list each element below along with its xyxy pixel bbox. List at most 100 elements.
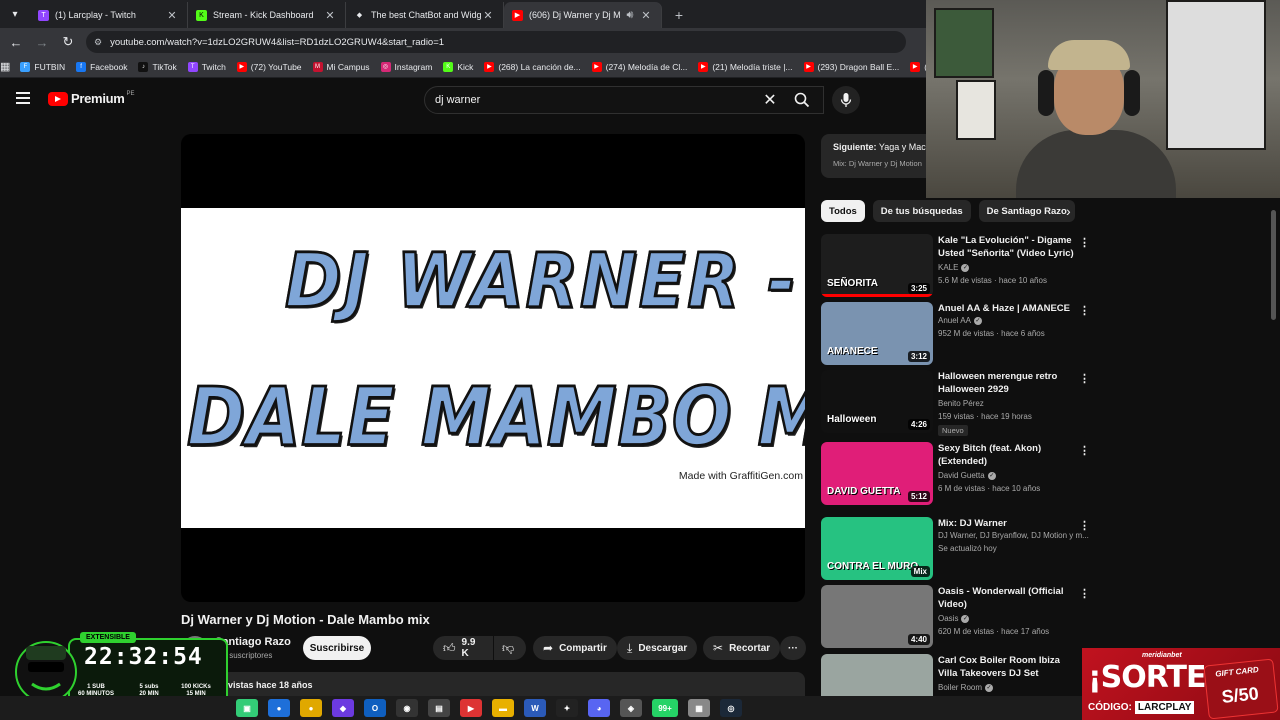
bookmark-item[interactable]: ▶ (268) La canción de...	[484, 61, 581, 72]
more-actions-button[interactable]: ···	[780, 636, 806, 660]
video-thumbnail[interactable]: Halloween 4:26	[821, 370, 933, 433]
discord-icon[interactable]: ◕	[588, 699, 610, 717]
like-button[interactable]: 👍︎ 9.9 K	[433, 636, 493, 660]
taskbar-app-icon[interactable]: ▤	[428, 699, 450, 717]
recommendation-channel[interactable]: Benito Pérez	[938, 399, 984, 408]
taskbar-app-icon[interactable]: ◆	[332, 699, 354, 717]
scrollbar[interactable]	[1271, 210, 1276, 320]
word-icon[interactable]: W	[524, 699, 546, 717]
calculator-icon[interactable]: ▦	[688, 699, 710, 717]
taskbar-app-icon[interactable]: ▣	[236, 699, 258, 717]
bookmark-item[interactable]: ▶ (72) YouTube	[236, 61, 302, 72]
recommendation-item[interactable]: 4:40 Oasis - Wonderwall (Official Video) O…	[821, 585, 1091, 649]
menu-icon[interactable]	[16, 92, 30, 104]
taskbar-app-icon[interactable]: ▶	[460, 699, 482, 717]
recommendation-title[interactable]: Carl Cox Boiler Room Ibiza Villa Takeove…	[938, 654, 1078, 680]
close-tab-icon[interactable]: ✕	[165, 9, 179, 22]
recommendation-item[interactable]: Halloween 4:26 Halloween merengue retro Ha…	[821, 370, 1091, 436]
more-options-icon[interactable]: ⋮	[1079, 519, 1090, 532]
tab-search-icon[interactable]: ▾	[4, 3, 26, 25]
youtube-logo[interactable]: Premium PE	[48, 91, 135, 106]
tab-kick[interactable]: K Stream - Kick Dashboard ✕	[188, 2, 346, 28]
recommendation-item[interactable]: CONTRA EL MURO Mix Mix: DJ Warner DJ Warner…	[821, 517, 1091, 581]
tab-chatbot[interactable]: ◆ The best ChatBot and Widgets ✕	[346, 2, 504, 28]
video-thumbnail[interactable]: AMANECE 3:12	[821, 302, 933, 365]
folder-icon[interactable]: ▬	[492, 699, 514, 717]
recommendation-title[interactable]: Halloween merengue retro Halloween 2929	[938, 370, 1078, 396]
bookmark-item[interactable]: ▶ (293) Dragon Ball E...	[803, 61, 899, 72]
outlook-icon[interactable]: O	[364, 699, 386, 717]
dislike-button[interactable]: 👎︎	[494, 636, 526, 660]
subscribe-button[interactable]: Suscribirse	[303, 636, 371, 660]
recommendation-item[interactable]: AMANECE 3:12 Anuel AA & Haze | AMANECE Anue…	[821, 302, 1091, 366]
bookmark-item[interactable]: ▶ (274) Melodía de Cl...	[591, 61, 687, 72]
recommendation-channel[interactable]: Boiler Room ✓	[938, 683, 994, 692]
download-button[interactable]: ⤓ Descargar	[617, 636, 698, 660]
reload-icon[interactable]: ↻	[56, 30, 80, 54]
filter-chips: Todos De tus búsquedas De Santiago Razo	[821, 200, 1083, 222]
more-options-icon[interactable]: ⋮	[1079, 587, 1090, 600]
up-next-card[interactable]: Siguiente: Yaga y Mackie Mix: Dj Warner …	[821, 134, 927, 178]
taskbar-app-icon[interactable]: ◈	[620, 699, 642, 717]
more-options-icon[interactable]: ⋮	[1079, 236, 1090, 249]
chip-todos[interactable]: Todos	[821, 200, 865, 222]
close-tab-icon[interactable]: ✕	[481, 9, 495, 22]
bookmark-item[interactable]: M Mi Campus	[312, 61, 370, 72]
more-options-icon[interactable]: ⋮	[1079, 444, 1090, 457]
search-button[interactable]	[784, 86, 820, 114]
bookmark-item[interactable]: ♪ TikTok	[138, 61, 177, 72]
clear-search-icon[interactable]: ✕	[760, 90, 780, 110]
tab-youtube[interactable]: ▶ (606) Dj Warner y Dj Motion 🔊︎ ✕	[504, 2, 662, 28]
obs-icon[interactable]: ◉	[396, 699, 418, 717]
clip-button[interactable]: ✂ Recortar	[703, 636, 781, 660]
new-tab-icon[interactable]: +	[668, 4, 690, 26]
more-options-icon[interactable]: ⋮	[1079, 304, 1090, 317]
recommendation-channel[interactable]: DJ Warner, DJ Bryanflow, DJ Motion y m..…	[938, 531, 1089, 540]
giveaway-code: CÓDIGO: LARCPLAY	[1088, 701, 1195, 714]
tab-twitch[interactable]: T (1) Larcplay - Twitch ✕	[30, 2, 188, 28]
site-info-icon[interactable]: ⚙	[94, 37, 102, 48]
download-icon: ⤓	[627, 640, 633, 655]
recommendation-title[interactable]: Kale "La Evolución" - Digame Usted "Seño…	[938, 234, 1078, 260]
chip-de-tus-busquedas[interactable]: De tus búsquedas	[872, 200, 971, 222]
channel-label: Anuel AA	[938, 316, 971, 325]
back-arrow-icon[interactable]: ←	[4, 30, 28, 54]
video-thumbnail[interactable]: CONTRA EL MURO Mix	[821, 517, 933, 580]
recommendation-title[interactable]: Mix: DJ Warner	[938, 517, 1078, 530]
taskbar-app-icon[interactable]: ●	[300, 699, 322, 717]
url-field[interactable]: ⚙ youtube.com/watch?v=1dzLO2GRUW4&list=R…	[86, 31, 906, 53]
bookmark-item[interactable]: F FUTBIN	[20, 61, 65, 72]
more-options-icon[interactable]: ⋮	[1079, 372, 1090, 385]
chevron-right-icon[interactable]: ›	[1066, 203, 1071, 219]
taskbar-app-icon[interactable]: ✦	[556, 699, 578, 717]
bookmark-item[interactable]: ◎ Instagram	[380, 61, 432, 72]
close-tab-icon[interactable]: ✕	[639, 9, 653, 22]
voice-search-button[interactable]	[832, 86, 860, 114]
taskbar-app-icon[interactable]: ●	[268, 699, 290, 717]
apps-grid-icon[interactable]: ▦	[0, 60, 10, 73]
close-tab-icon[interactable]: ✕	[323, 9, 337, 22]
bookmark-item[interactable]: T Twitch	[187, 61, 226, 72]
forward-arrow-icon[interactable]: →	[30, 30, 54, 54]
bookmark-item[interactable]: f Facebook	[76, 61, 127, 72]
video-player[interactable]: DJ WARNER - DALE MAMBO MIX Made with Gra…	[181, 134, 805, 602]
speaker-icon[interactable]: 🔊︎	[621, 9, 639, 22]
recommendation-title[interactable]: Sexy Bitch (feat. Akon) (Extended)	[938, 442, 1078, 468]
share-button[interactable]: ➦ Compartir	[533, 636, 617, 660]
recommendation-item[interactable]: SEÑORITA 3:25 Kale "La Evolución" - Digame…	[821, 234, 1091, 298]
bookmark-item[interactable]: K Kick	[443, 61, 473, 72]
recommendation-item[interactable]: DAVID GUETTA 5:12 Sexy Bitch (feat. Akon) …	[821, 442, 1091, 506]
recommendation-channel[interactable]: Oasis ✓	[938, 614, 970, 623]
recommendation-channel[interactable]: KALE ✓	[938, 263, 970, 272]
whatsapp-icon[interactable]: 99+	[652, 699, 678, 717]
recommendation-title[interactable]: Anuel AA & Haze | AMANECE	[938, 302, 1078, 315]
chip-de-santiago-razo[interactable]: De Santiago Razo	[978, 200, 1075, 222]
video-thumbnail[interactable]: 4:40	[821, 585, 933, 648]
steam-icon[interactable]: ◎	[720, 699, 742, 717]
video-thumbnail[interactable]: SEÑORITA 3:25	[821, 234, 933, 297]
recommendation-channel[interactable]: Anuel AA ✓	[938, 316, 982, 325]
recommendation-channel[interactable]: David Guetta ✓	[938, 471, 996, 480]
video-thumbnail[interactable]: DAVID GUETTA 5:12	[821, 442, 933, 505]
recommendation-title[interactable]: Oasis - Wonderwall (Official Video)	[938, 585, 1078, 611]
bookmark-item[interactable]: ▶ (21) Melodía triste |...	[698, 61, 793, 72]
